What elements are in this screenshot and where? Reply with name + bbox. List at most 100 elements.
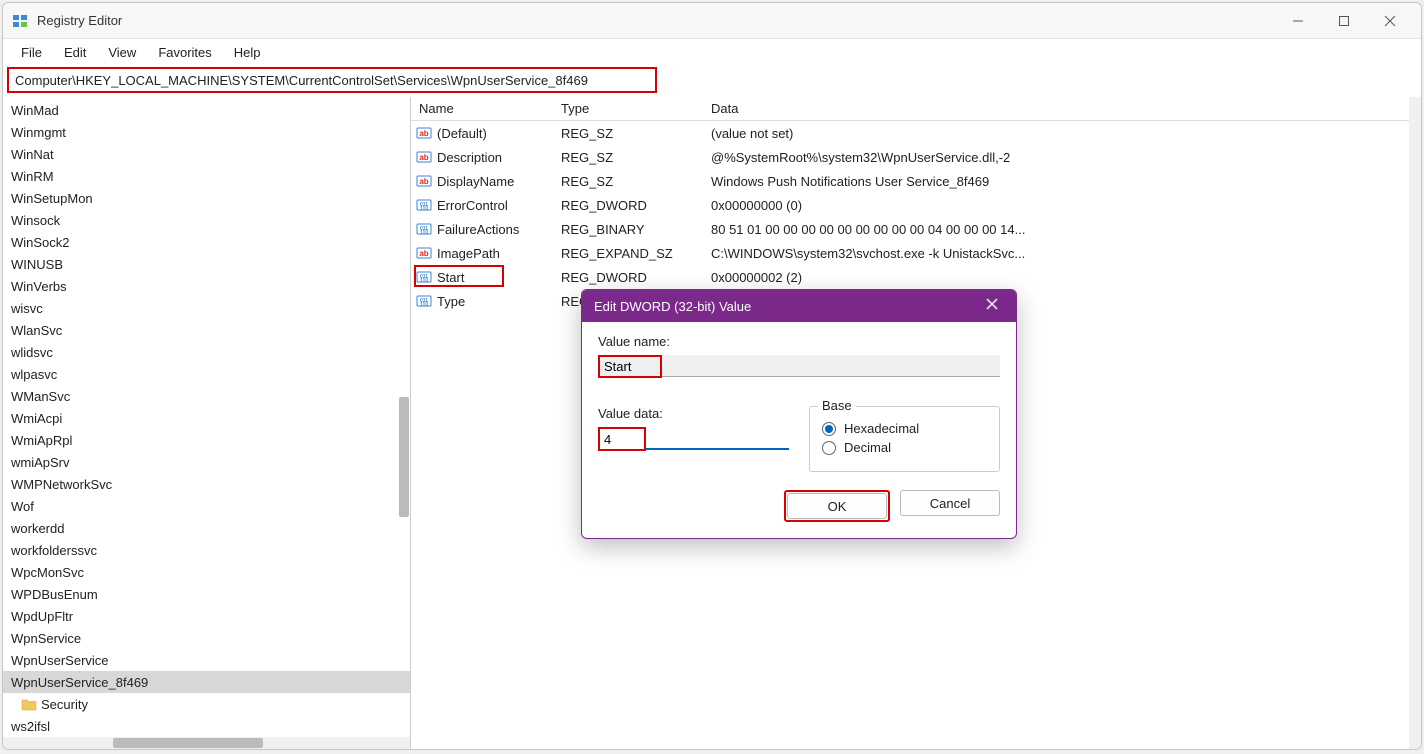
value-row[interactable]: 011110FailureActionsREG_BINARY80 51 01 0…: [411, 217, 1421, 241]
radio-dec-label: Decimal: [844, 440, 891, 455]
tree-pane[interactable]: WinMadWinmgmtWinNatWinRMWinSetupMonWinso…: [3, 97, 411, 749]
tree-item[interactable]: WMPNetworkSvc: [3, 473, 410, 495]
tree-item[interactable]: WinNat: [3, 143, 410, 165]
value-row[interactable]: abDisplayNameREG_SZWindows Push Notifica…: [411, 169, 1421, 193]
tree-item[interactable]: WinMad: [3, 99, 410, 121]
cancel-button[interactable]: Cancel: [900, 490, 1000, 516]
value-data: 80 51 01 00 00 00 00 00 00 00 00 00 04 0…: [711, 222, 1421, 237]
radio-hex-row[interactable]: Hexadecimal: [822, 421, 987, 436]
tree-item-folder[interactable]: Security: [3, 693, 410, 715]
dialog-title-text: Edit DWORD (32-bit) Value: [594, 299, 751, 314]
tree-item[interactable]: Winsock: [3, 209, 410, 231]
ok-highlight: OK: [784, 490, 890, 522]
tree-item[interactable]: wlpasvc: [3, 363, 410, 385]
svg-text:110: 110: [420, 206, 428, 212]
dialog-titlebar[interactable]: Edit DWORD (32-bit) Value: [582, 290, 1016, 322]
list-header: Name Type Data: [411, 97, 1421, 121]
tree-item[interactable]: Winmgmt: [3, 121, 410, 143]
address-bar[interactable]: Computer\HKEY_LOCAL_MACHINE\SYSTEM\Curre…: [7, 67, 657, 93]
column-data[interactable]: Data: [711, 101, 1421, 116]
list-rows: ab(Default)REG_SZ(value not set)abDescri…: [411, 121, 1421, 313]
tree-item[interactable]: WinSetupMon: [3, 187, 410, 209]
value-name: ImagePath: [437, 246, 561, 261]
tree-item[interactable]: WpnService: [3, 627, 410, 649]
folder-icon: [21, 697, 37, 711]
binary-icon: 011110: [415, 268, 433, 286]
tree-item[interactable]: workfolderssvc: [3, 539, 410, 561]
tree-item[interactable]: WpnUserService: [3, 649, 410, 671]
dialog-buttons: OK Cancel: [598, 490, 1000, 522]
close-button[interactable]: [1367, 5, 1413, 37]
menu-edit[interactable]: Edit: [54, 41, 96, 64]
tree-item[interactable]: WpnUserService_8f469: [3, 671, 410, 693]
tree-item[interactable]: WPDBusEnum: [3, 583, 410, 605]
tree-item[interactable]: wisvc: [3, 297, 410, 319]
tree-item[interactable]: WinSock2: [3, 231, 410, 253]
tree-item[interactable]: WpcMonSvc: [3, 561, 410, 583]
value-type: REG_EXPAND_SZ: [561, 246, 711, 261]
tree-horizontal-scrollbar[interactable]: [3, 737, 410, 749]
value-name-input[interactable]: [600, 357, 660, 376]
tree-item[interactable]: WinVerbs: [3, 275, 410, 297]
value-row[interactable]: 011110ErrorControlREG_DWORD0x00000000 (0…: [411, 193, 1421, 217]
svg-text:ab: ab: [419, 249, 428, 258]
radio-dec[interactable]: [822, 441, 836, 455]
value-type: REG_DWORD: [561, 198, 711, 213]
list-vertical-scrollbar[interactable]: [1409, 97, 1421, 749]
value-data-rest[interactable]: [646, 428, 789, 450]
value-row[interactable]: ab(Default)REG_SZ(value not set): [411, 121, 1421, 145]
value-data: 0x00000000 (0): [711, 198, 1421, 213]
value-name: Start: [437, 270, 561, 285]
value-type: REG_SZ: [561, 174, 711, 189]
tree-list: WinMadWinmgmtWinNatWinRMWinSetupMonWinso…: [3, 97, 410, 739]
tree-item[interactable]: wlidsvc: [3, 341, 410, 363]
column-name[interactable]: Name: [411, 101, 561, 116]
value-row[interactable]: abImagePathREG_EXPAND_SZC:\WINDOWS\syste…: [411, 241, 1421, 265]
dialog-close-button[interactable]: [980, 297, 1004, 315]
tree-item[interactable]: wmiApSrv: [3, 451, 410, 473]
radio-hex-label: Hexadecimal: [844, 421, 919, 436]
value-name-rest: [662, 355, 1000, 377]
value-name: FailureActions: [437, 222, 561, 237]
value-data-input[interactable]: [600, 429, 644, 449]
menu-help[interactable]: Help: [224, 41, 271, 64]
tree-item[interactable]: WpdUpFltr: [3, 605, 410, 627]
radio-dec-row[interactable]: Decimal: [822, 440, 987, 455]
tree-item[interactable]: WlanSvc: [3, 319, 410, 341]
base-section: Base Hexadecimal Decimal: [809, 406, 1000, 472]
tree-item[interactable]: WManSvc: [3, 385, 410, 407]
tree-item[interactable]: WINUSB: [3, 253, 410, 275]
tree-item[interactable]: WmiApRpl: [3, 429, 410, 451]
menu-file[interactable]: File: [11, 41, 52, 64]
dialog-body: Value name: Value data: Base: [582, 322, 1016, 538]
tree-item[interactable]: workerdd: [3, 517, 410, 539]
tree-item[interactable]: Wof: [3, 495, 410, 517]
value-name: Description: [437, 150, 561, 165]
value-data-section: Value data:: [598, 406, 789, 472]
maximize-button[interactable]: [1321, 5, 1367, 37]
column-type[interactable]: Type: [561, 101, 711, 116]
value-row[interactable]: 011110StartREG_DWORD0x00000002 (2): [411, 265, 1421, 289]
string-icon: ab: [415, 244, 433, 262]
value-type: REG_DWORD: [561, 270, 711, 285]
scrollbar-thumb[interactable]: [113, 738, 263, 748]
regedit-icon: [11, 12, 29, 30]
base-fieldset: Base Hexadecimal Decimal: [809, 406, 1000, 472]
radio-hex[interactable]: [822, 422, 836, 436]
tree-item[interactable]: WinRM: [3, 165, 410, 187]
menu-favorites[interactable]: Favorites: [148, 41, 221, 64]
value-name: ErrorControl: [437, 198, 561, 213]
value-name: (Default): [437, 126, 561, 141]
ok-button[interactable]: OK: [787, 493, 887, 519]
menu-view[interactable]: View: [98, 41, 146, 64]
tree-item[interactable]: WmiAcpi: [3, 407, 410, 429]
svg-text:110: 110: [420, 278, 428, 284]
value-row[interactable]: abDescriptionREG_SZ@%SystemRoot%\system3…: [411, 145, 1421, 169]
minimize-button[interactable]: [1275, 5, 1321, 37]
tree-item[interactable]: ws2ifsl: [3, 715, 410, 737]
titlebar[interactable]: Registry Editor: [3, 3, 1421, 39]
tree-vertical-scrollbar-thumb[interactable]: [399, 397, 409, 517]
value-data: (value not set): [711, 126, 1421, 141]
value-type: REG_SZ: [561, 126, 711, 141]
svg-text:110: 110: [420, 302, 428, 308]
